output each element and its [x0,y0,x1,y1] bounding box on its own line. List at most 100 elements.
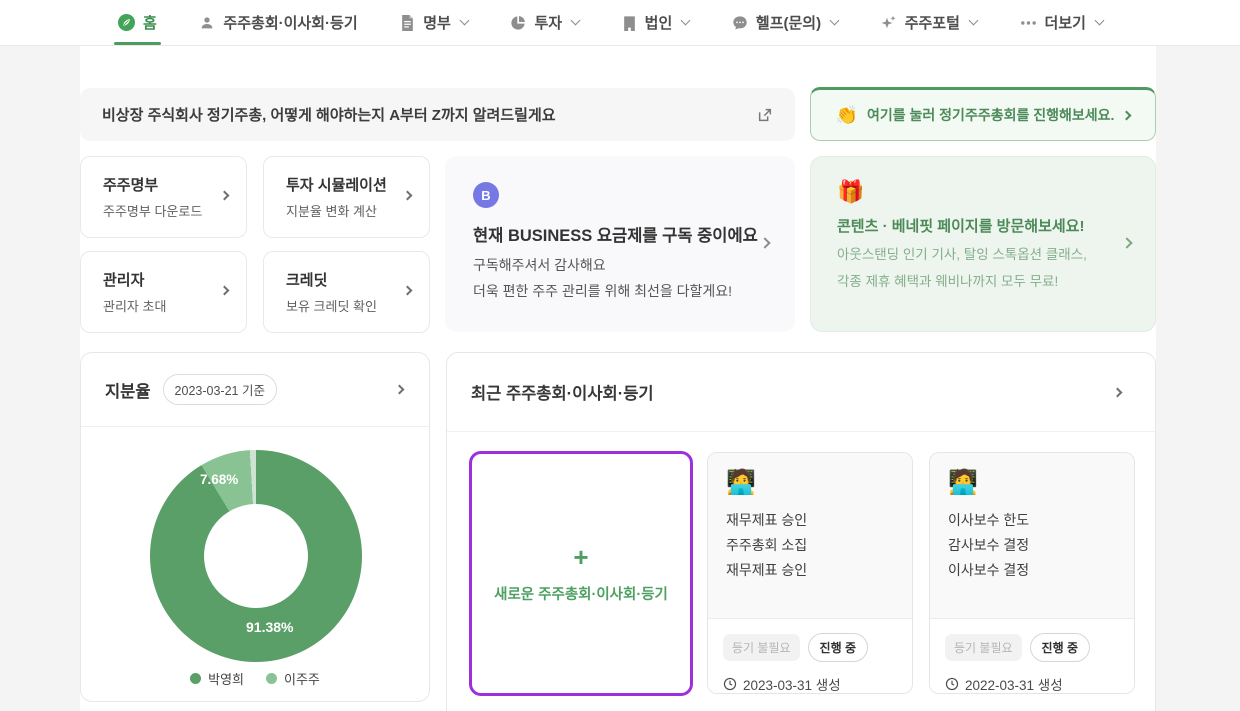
chat-bubble-icon [732,15,748,31]
nav-label-investment: 투자 [534,12,562,33]
legend-item: 박영희 [190,669,244,688]
technologist-emoji: 🧑‍💻 [726,469,894,498]
nav-item-corporation[interactable]: 법인 [622,0,690,45]
pie-chart-icon [510,15,526,31]
badge-row: 등기 불필요 진행 중 [723,633,897,662]
notice-banner-text: 비상장 주식회사 정기주총, 어떻게 해야하는지 A부터 Z까지 알려드릴게요 [102,104,757,125]
quick-card-subtitle: 관리자 초대 [103,296,206,315]
agenda-item: 주주총회 소집 [726,533,894,558]
chevron-right-icon [395,385,405,395]
plan-title: 현재 BUSINESS 요금제를 구독 중이에요 [473,222,767,246]
ownership-header[interactable]: 지분율 2023-03-21 기준 [81,353,429,426]
quick-links: 주주명부 주주명부 다운로드 투자 시뮬레이션 지분율 변화 계산 관리자 관리… [80,156,430,333]
chevron-down-icon [1094,16,1104,26]
legend-dot [266,673,277,684]
clock-icon [723,677,737,691]
agenda-item: 이사보수 한도 [948,508,1116,533]
quick-card-shareholder-register[interactable]: 주주명부 주주명부 다운로드 [80,156,247,238]
meeting-card-body: 🧑‍💻 이사보수 한도 감사보수 결정 이사보수 결정 [930,453,1134,619]
quick-card-title: 크레딧 [286,269,389,290]
app-window: 홈 주주총회·이사회·등기 명부 투자 [0,0,1240,711]
plan-line-1: 구독해주셔서 감사해요 [473,255,767,275]
donut-hole [204,504,308,608]
top-nav-items: 홈 주주총회·이사회·등기 명부 투자 [118,0,1103,45]
content-benefit-card[interactable]: 🎁 콘텐츠 · 베네핏 페이지를 방문해보세요! 아웃스탠딩 인기 기사, 탈잉… [810,156,1156,332]
meeting-card-2022[interactable]: 🧑‍💻 이사보수 한도 감사보수 결정 이사보수 결정 등기 불필요 진행 중 [929,452,1135,694]
agenda-item: 재무제표 승인 [726,558,894,583]
nav-label-help: 헬프(문의) [756,12,821,33]
ownership-donut-chart: 7.68% 91.38% [150,450,362,662]
agenda-item: 재무제표 승인 [726,508,894,533]
meeting-card-2023[interactable]: 🧑‍💻 재무제표 승인 주주총회 소집 재무제표 승인 등기 불필요 진행 중 [707,452,913,694]
quick-card-title: 주주명부 [103,174,206,195]
gift-emoji: 🎁 [837,181,1129,203]
nav-item-investment[interactable]: 투자 [510,0,579,45]
quick-card-subtitle: 주주명부 다운로드 [103,201,206,220]
donut-label-minor: 7.68% [200,472,238,487]
meeting-card-footer: 등기 불필요 진행 중 2023-03-31 생성 [708,619,912,694]
divider [447,431,1155,432]
ownership-legend: 박영희 이주주 [81,669,429,688]
annual-meeting-cta-banner[interactable]: 👏 여기를 눌러 정기주주총회를 진행해보세요. [810,87,1156,141]
recent-meetings-header[interactable]: 최근 주주총회·이사회·등기 [447,353,1155,431]
external-link-icon [757,107,773,123]
quick-card-title: 관리자 [103,269,206,290]
nav-item-register[interactable]: 명부 [400,0,468,45]
nav-item-help[interactable]: 헬프(문의) [732,0,838,45]
legend-item: 이주주 [266,669,320,688]
created-date-row: 2023-03-31 생성 [723,674,897,694]
nav-label-corporation: 법인 [645,12,673,33]
chevron-right-icon [1113,387,1123,397]
created-date: 2022-03-31 생성 [965,674,1063,694]
legend-name: 박영희 [208,669,244,688]
top-nav: 홈 주주총회·이사회·등기 명부 투자 [0,0,1240,46]
chevron-right-icon [403,191,413,201]
created-date: 2023-03-31 생성 [743,674,841,694]
chevron-down-icon [459,16,469,26]
nav-item-shareholder-portal[interactable]: 주주포털 [881,0,977,45]
nav-label-meetings: 주주총회·이사회·등기 [223,12,357,33]
nav-item-more[interactable]: 더보기 [1020,0,1103,45]
sparkles-icon [881,15,897,31]
new-meeting-card[interactable]: + 새로운 주주총회·이사회·등기 [469,451,693,696]
meeting-agenda-list: 이사보수 한도 감사보수 결정 이사보수 결정 [948,508,1116,584]
agenda-item: 감사보수 결정 [948,533,1116,558]
quick-card-investment-simulation[interactable]: 투자 시뮬레이션 지분율 변화 계산 [263,156,430,238]
badge-row: 등기 불필요 진행 중 [945,633,1119,662]
clock-icon [945,677,959,691]
chevron-down-icon [681,16,691,26]
chevron-down-icon [571,16,581,26]
nav-item-meetings[interactable]: 주주총회·이사회·등기 [199,0,357,45]
ownership-as-of-badge: 2023-03-21 기준 [163,374,277,405]
recent-meetings-panel: 최근 주주총회·이사회·등기 + 새로운 주주총회·이사회·등기 🧑‍💻 재무제… [446,352,1156,711]
quick-card-subtitle: 보유 크레딧 확인 [286,296,389,315]
meeting-agenda-list: 재무제표 승인 주주총회 소집 재무제표 승인 [726,508,894,584]
plus-icon: + [573,544,588,570]
clapping-hands-emoji: 👏 [836,105,858,126]
donut-label-main: 91.38% [246,619,293,635]
nav-item-home[interactable]: 홈 [118,0,157,45]
recent-meetings-title: 최근 주주총회·이사회·등기 [471,380,654,404]
chevron-right-icon [220,191,230,201]
ellipsis-icon [1020,20,1037,26]
subscription-plan-card[interactable]: B 현재 BUSINESS 요금제를 구독 중이에요 구독해주셔서 감사해요 더… [445,156,795,332]
chevron-right-icon [220,286,230,296]
meeting-card-body: 🧑‍💻 재무제표 승인 주주총회 소집 재무제표 승인 [708,453,912,619]
new-meeting-label: 새로운 주주총회·이사회·등기 [494,583,668,604]
cta-banner-text: 여기를 눌러 정기주주총회를 진행해보세요. [867,105,1114,125]
agenda-item: 이사보수 결정 [948,558,1116,583]
plan-line-2: 더욱 편한 주주 관리를 위해 최선을 다할게요! [473,281,767,301]
building-icon [622,15,637,31]
chevron-down-icon [830,16,840,26]
notice-banner[interactable]: 비상장 주식회사 정기주총, 어떻게 해야하는지 A부터 Z까지 알려드릴게요 [80,88,795,141]
nav-label-home: 홈 [143,12,157,33]
progress-status-badge: 진행 중 [808,633,868,662]
divider [81,426,429,427]
quick-card-subtitle: 지분율 변화 계산 [286,201,389,220]
quick-card-credit[interactable]: 크레딧 보유 크레딧 확인 [263,251,430,333]
registration-status-badge: 등기 불필요 [945,634,1022,661]
legend-name: 이주주 [284,669,320,688]
nav-label-shareholder-portal: 주주포털 [905,12,960,33]
quick-card-admin[interactable]: 관리자 관리자 초대 [80,251,247,333]
quick-card-title: 투자 시뮬레이션 [286,174,389,195]
